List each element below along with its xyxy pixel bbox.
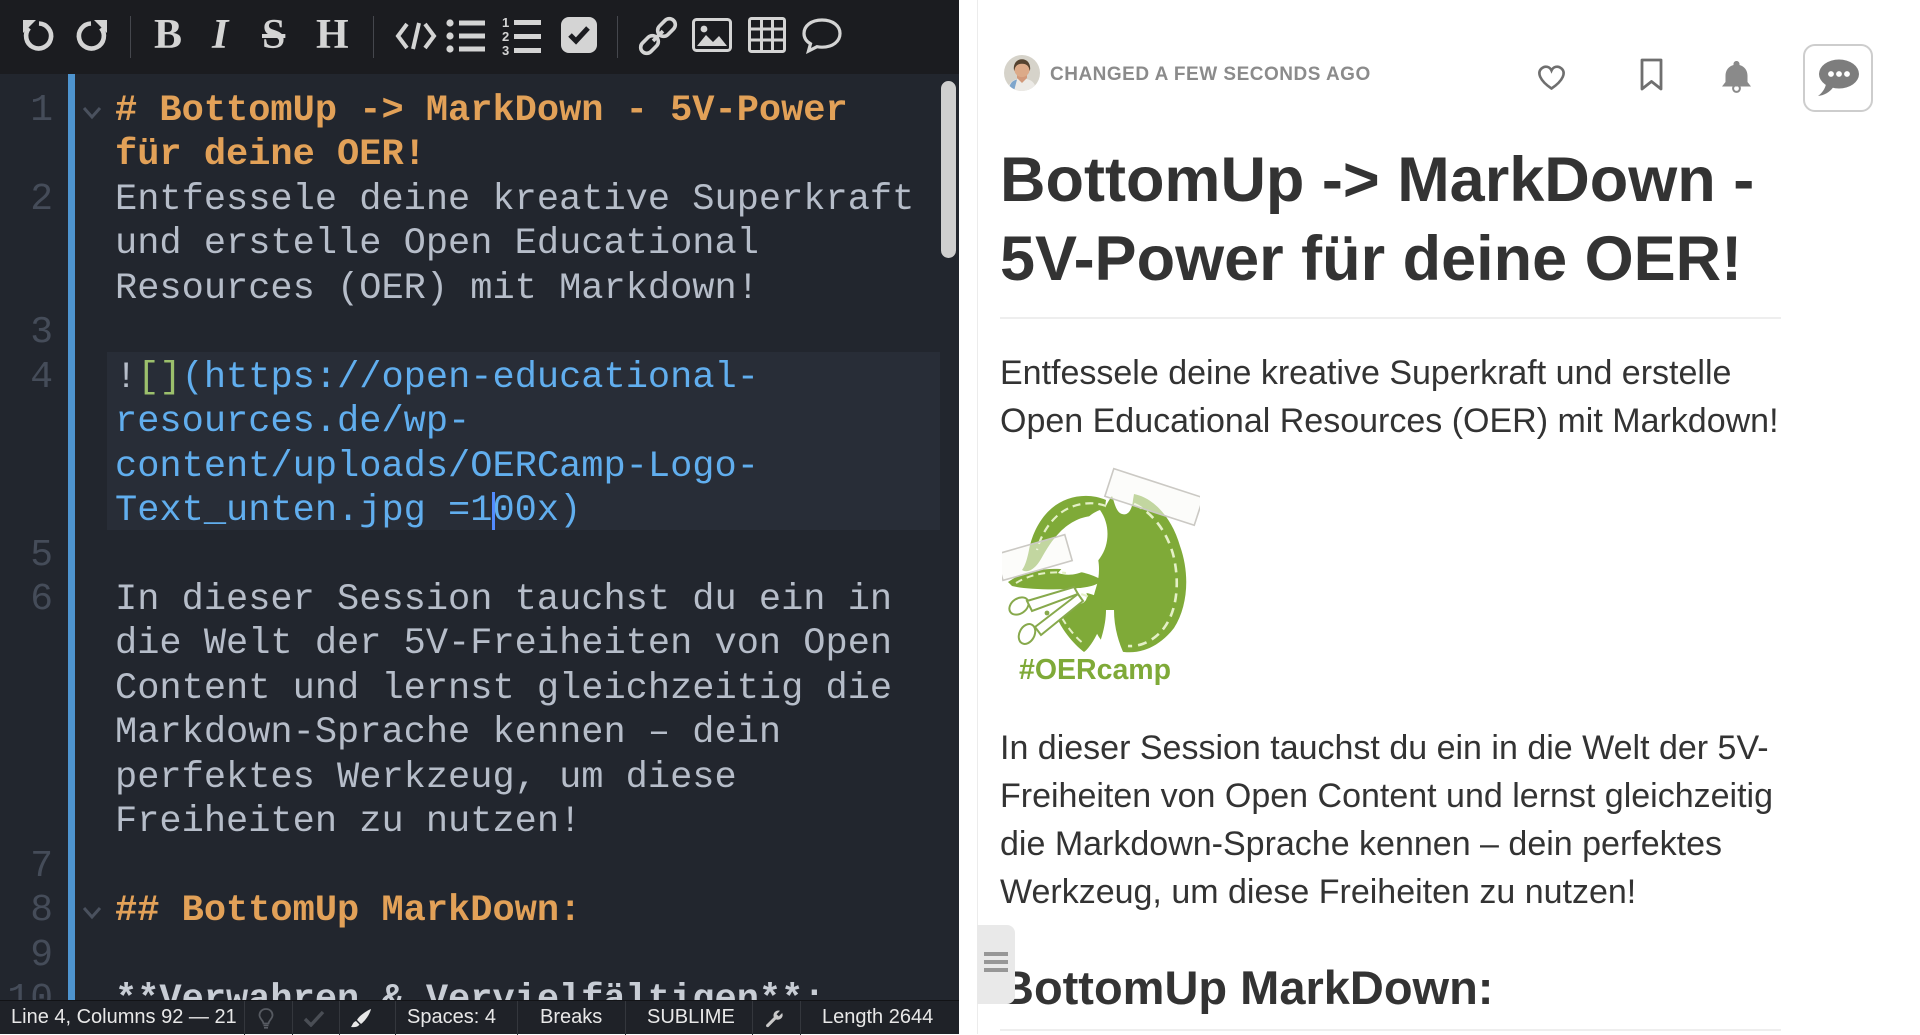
svg-text:2: 2 xyxy=(502,29,509,44)
svg-text:#OERcamp: #OERcamp xyxy=(1019,654,1171,686)
svg-text:3: 3 xyxy=(502,43,509,57)
svg-text:1: 1 xyxy=(502,15,509,30)
